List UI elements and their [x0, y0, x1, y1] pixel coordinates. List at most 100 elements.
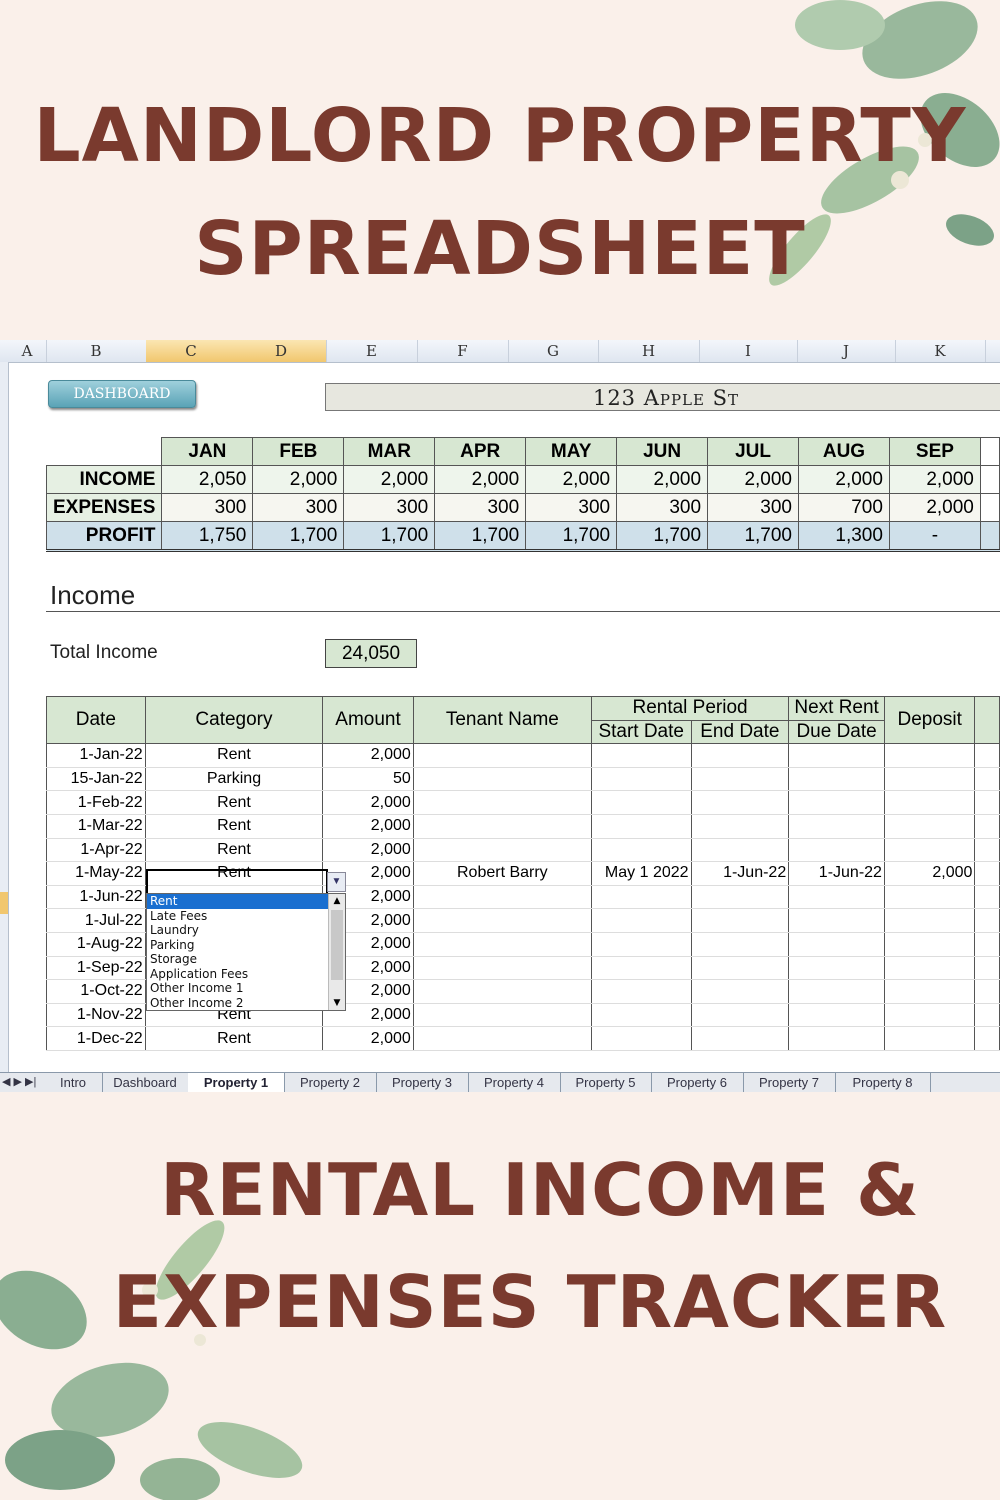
summary-cell[interactable]: 2,000 — [434, 465, 527, 494]
dashboard-button[interactable]: DASHBOARD — [48, 380, 196, 408]
column-header-k[interactable]: K — [895, 340, 986, 362]
cell-end[interactable] — [690, 979, 790, 1004]
cell-tenant[interactable] — [412, 767, 592, 792]
summary-cell[interactable]: 1,300 — [798, 521, 890, 552]
dropdown-arrow-icon[interactable]: ▼ — [327, 872, 346, 892]
dropdown-option[interactable]: Rent — [147, 894, 328, 909]
cell-date[interactable]: 1-Jul-22 — [46, 908, 146, 933]
cell-category[interactable]: Rent — [144, 838, 324, 863]
sheet-tab[interactable]: Property 3 — [376, 1073, 469, 1092]
cell-due[interactable] — [788, 1003, 885, 1028]
cell-due[interactable] — [788, 838, 885, 863]
cell-tenant[interactable] — [412, 908, 592, 933]
summary-cell[interactable]: 700 — [798, 493, 890, 522]
cell-tenant[interactable] — [412, 838, 592, 863]
cell-due[interactable] — [788, 932, 885, 957]
cell-due[interactable]: 1-Jun-22 — [788, 861, 885, 886]
cell-start[interactable]: May 1 2022 — [590, 861, 692, 886]
sheet-tab[interactable]: Intro — [44, 1073, 103, 1092]
cell-date[interactable]: 1-Apr-22 — [46, 838, 146, 863]
cell-date[interactable]: 15-Jan-22 — [46, 767, 146, 792]
summary-cell[interactable]: 2,050 — [161, 465, 254, 494]
cell-date[interactable]: 1-Aug-22 — [46, 932, 146, 957]
cell-start[interactable] — [590, 814, 692, 839]
cell-date[interactable]: 1-Nov-22 — [46, 1003, 146, 1028]
summary-cell[interactable]: 2,000 — [616, 465, 709, 494]
summary-cell[interactable]: 1,700 — [525, 521, 618, 552]
column-header-a[interactable]: A — [8, 340, 47, 362]
cell-end[interactable] — [690, 814, 790, 839]
dropdown-option[interactable]: Storage — [147, 952, 328, 967]
cell-tenant[interactable] — [412, 1026, 592, 1051]
cell-end[interactable] — [690, 908, 790, 933]
dropdown-option[interactable]: Parking — [147, 938, 328, 953]
cell-end[interactable] — [690, 932, 790, 957]
summary-cell[interactable]: 300 — [707, 493, 799, 522]
cell-start[interactable] — [590, 1003, 692, 1028]
dropdown-scrollbar[interactable]: ▲ ▼ — [328, 894, 345, 1010]
cell-deposit[interactable] — [883, 1026, 976, 1051]
cell-tenant[interactable] — [412, 885, 592, 910]
cell-end[interactable]: 1-Jun-22 — [690, 861, 790, 886]
cell-due[interactable] — [788, 908, 885, 933]
summary-cell[interactable]: 1,700 — [616, 521, 709, 552]
dropdown-option[interactable]: Other Income 2 — [147, 996, 328, 1011]
cell-deposit[interactable] — [883, 1003, 976, 1028]
summary-cell[interactable]: 300 — [434, 493, 527, 522]
sheet-tab[interactable]: Property 4 — [468, 1073, 561, 1092]
summary-cell[interactable]: 1,700 — [434, 521, 527, 552]
cell-end[interactable] — [690, 885, 790, 910]
cell-tenant[interactable] — [412, 743, 592, 768]
cell-end[interactable] — [690, 1026, 790, 1051]
sheet-tab[interactable]: Property 6 — [651, 1073, 744, 1092]
summary-cell[interactable]: 2,000 — [252, 465, 345, 494]
cell-deposit[interactable]: 2,000 — [883, 861, 976, 886]
scroll-up-icon[interactable]: ▲ — [329, 894, 345, 908]
cell-end[interactable] — [690, 743, 790, 768]
cell-start[interactable] — [590, 908, 692, 933]
cell-deposit[interactable] — [883, 908, 976, 933]
column-header-f[interactable]: F — [417, 340, 509, 362]
cell-date[interactable]: 1-Mar-22 — [46, 814, 146, 839]
column-header-d[interactable]: D — [236, 340, 327, 362]
cell-start[interactable] — [590, 885, 692, 910]
cell-deposit[interactable] — [883, 743, 976, 768]
summary-cell[interactable]: - — [888, 521, 981, 552]
cell-start[interactable] — [590, 790, 692, 815]
dropdown-option[interactable]: Laundry — [147, 923, 328, 938]
cell-end[interactable] — [690, 790, 790, 815]
summary-cell[interactable]: 300 — [343, 493, 436, 522]
summary-cell[interactable]: 2,000 — [888, 465, 981, 494]
column-header-i[interactable]: I — [699, 340, 798, 362]
cell-start[interactable] — [590, 979, 692, 1004]
cell-amount[interactable]: 2,000 — [322, 1026, 414, 1051]
cell-end[interactable] — [690, 767, 790, 792]
dropdown-option[interactable]: Other Income 1 — [147, 981, 328, 996]
column-header-g[interactable]: G — [508, 340, 599, 362]
cell-deposit[interactable] — [883, 956, 976, 981]
summary-cell[interactable]: 300 — [525, 493, 618, 522]
summary-cell[interactable]: 2,000 — [343, 465, 436, 494]
cell-amount[interactable]: 2,000 — [322, 743, 414, 768]
cell-due[interactable] — [788, 790, 885, 815]
cell-category[interactable]: Rent — [144, 1026, 324, 1051]
cell-category[interactable]: Rent — [144, 814, 324, 839]
sheet-tab[interactable]: Property 1 — [188, 1073, 285, 1092]
cell-due[interactable] — [788, 979, 885, 1004]
cell-amount[interactable]: 2,000 — [322, 838, 414, 863]
cell-deposit[interactable] — [883, 979, 976, 1004]
cell-date[interactable]: 1-Sep-22 — [46, 956, 146, 981]
summary-cell[interactable]: 2,000 — [525, 465, 618, 494]
cell-date[interactable]: 1-Jan-22 — [46, 743, 146, 768]
cell-deposit[interactable] — [883, 790, 976, 815]
column-header-b[interactable]: B — [46, 340, 147, 362]
cell-due[interactable] — [788, 814, 885, 839]
cell-tenant[interactable] — [412, 790, 592, 815]
cell-due[interactable] — [788, 1026, 885, 1051]
summary-cell[interactable]: 300 — [252, 493, 345, 522]
summary-cell[interactable]: 300 — [161, 493, 254, 522]
summary-cell[interactable]: 1,700 — [343, 521, 436, 552]
cell-category[interactable]: Rent — [144, 743, 324, 768]
cell-amount[interactable]: 2,000 — [322, 814, 414, 839]
cell-tenant[interactable] — [412, 1003, 592, 1028]
